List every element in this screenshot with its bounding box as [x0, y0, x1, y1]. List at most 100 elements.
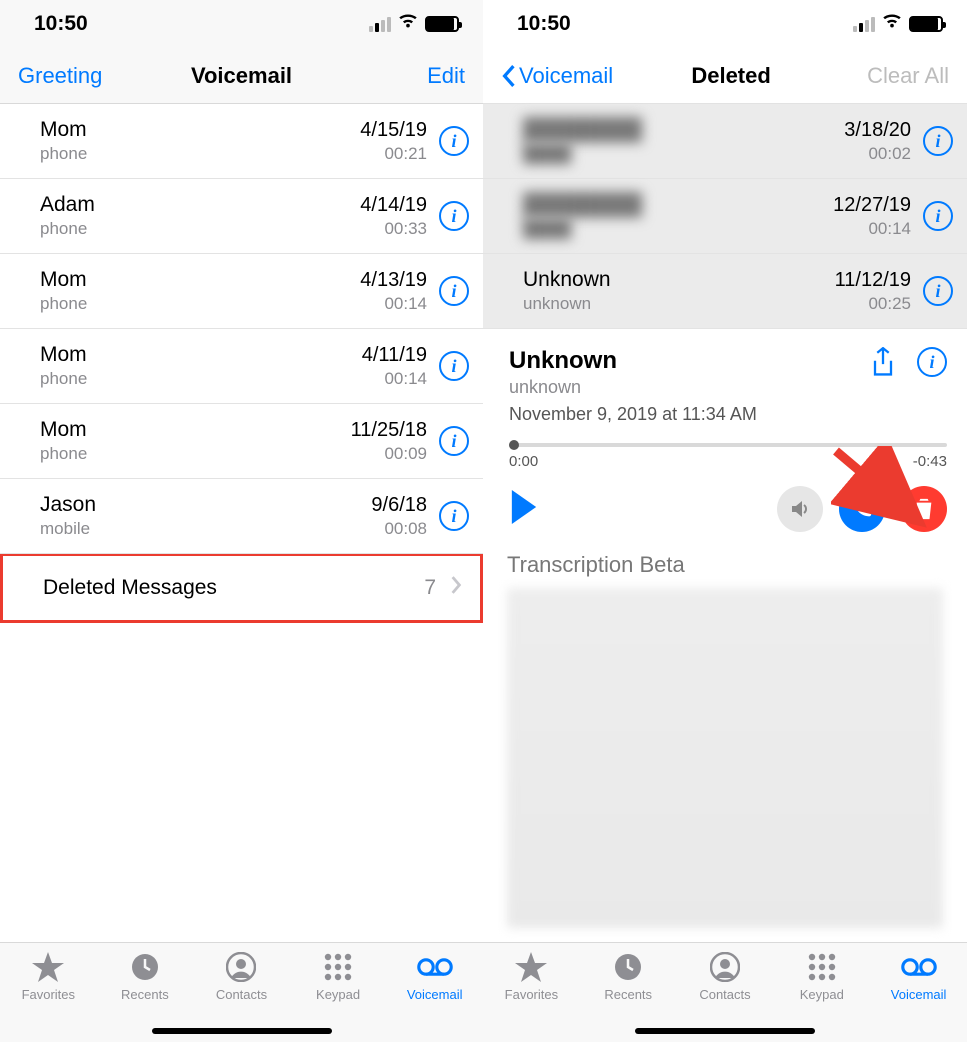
clock-icon [127, 951, 163, 983]
deleted-messages-label: Deleted Messages [43, 576, 217, 600]
status-bar: 10:50 [0, 0, 483, 48]
voicemail-row[interactable]: Mom phone 4/15/19 00:21 i [0, 104, 483, 179]
caller-label: mobile [40, 519, 371, 539]
voicemail-row[interactable]: ████████ ████ 12/27/19 00:14 i [483, 179, 967, 254]
status-time: 10:50 [517, 12, 571, 36]
caller-name: Mom [40, 268, 360, 292]
tab-label: Contacts [216, 987, 267, 1002]
info-button[interactable]: i [923, 126, 953, 156]
tab-bar: Favorites Recents Contacts Keypad Voicem… [483, 942, 967, 1042]
transcription-heading: Transcription Beta [507, 552, 943, 578]
voicemail-row[interactable]: Unknown unknown 11/12/19 00:25 i [483, 254, 967, 329]
battery-icon [425, 16, 459, 32]
info-button[interactable]: i [439, 426, 469, 456]
caller-name: Mom [40, 118, 360, 142]
caller-label: phone [40, 144, 360, 164]
person-icon [223, 951, 259, 983]
playback-elapsed: 0:00 [509, 453, 538, 470]
page-title: Deleted [691, 63, 770, 89]
keypad-icon [804, 951, 840, 983]
voicemail-player: Unknown unknown November 9, 2019 at 11:3… [483, 329, 967, 538]
player-timestamp: November 9, 2019 at 11:34 AM [509, 404, 757, 425]
tab-voicemail[interactable]: Voicemail [386, 951, 483, 1042]
voicemail-row[interactable]: ████████ ████ 3/18/20 00:02 i [483, 104, 967, 179]
keypad-icon [320, 951, 356, 983]
player-caller-sub: unknown [509, 377, 757, 398]
info-button[interactable]: i [923, 276, 953, 306]
home-indicator[interactable] [635, 1028, 815, 1034]
caller-name: ████████ [523, 118, 844, 142]
caller-name: Mom [40, 418, 351, 442]
status-bar: 10:50 [483, 0, 967, 48]
playback-remaining: -0:43 [913, 453, 947, 470]
chevron-right-icon [450, 576, 462, 600]
caller-label: phone [40, 219, 360, 239]
play-button[interactable] [509, 490, 539, 529]
player-caller-name: Unknown [509, 347, 757, 375]
voicemail-duration: 00:33 [360, 219, 427, 239]
tab-bar: Favorites Recents Contacts Keypad Voicem… [0, 942, 483, 1042]
info-button[interactable]: i [439, 126, 469, 156]
info-button[interactable]: i [439, 501, 469, 531]
caller-label: ████ [523, 144, 844, 164]
call-back-button[interactable] [839, 486, 885, 532]
info-button[interactable]: i [923, 201, 953, 231]
caller-label: phone [40, 294, 360, 314]
voicemail-row[interactable]: Mom phone 4/13/19 00:14 i [0, 254, 483, 329]
tab-label: Recents [121, 987, 169, 1002]
voicemail-date: 4/13/19 [360, 269, 427, 292]
voicemail-row[interactable]: Mom phone 11/25/18 00:09 i [0, 404, 483, 479]
voicemail-date: 4/11/19 [362, 344, 427, 367]
tab-label: Favorites [505, 987, 558, 1002]
voicemail-duration: 00:02 [844, 144, 911, 164]
transcription-body-blurred [507, 588, 943, 928]
caller-name: Mom [40, 343, 362, 367]
voicemail-date: 4/15/19 [360, 119, 427, 142]
caller-label: unknown [523, 294, 835, 314]
voicemail-duration: 00:14 [360, 294, 427, 314]
status-icons [369, 12, 459, 36]
deleted-messages-row[interactable]: Deleted Messages 7 [0, 553, 483, 623]
nav-bar: Voicemail Deleted Clear All [483, 48, 967, 104]
wifi-icon [881, 12, 903, 36]
clear-all-button[interactable]: Clear All [849, 63, 949, 89]
back-button[interactable]: Voicemail [501, 63, 613, 89]
voicemail-row[interactable]: Mom phone 4/11/19 00:14 i [0, 329, 483, 404]
voicemail-date: 3/18/20 [844, 119, 911, 142]
tab-voicemail[interactable]: Voicemail [870, 951, 967, 1042]
share-button[interactable] [867, 347, 899, 379]
delete-button[interactable] [901, 486, 947, 532]
info-button[interactable]: i [439, 201, 469, 231]
voicemail-date: 11/25/18 [351, 419, 427, 442]
playback-track[interactable] [509, 443, 947, 447]
info-button[interactable]: i [439, 351, 469, 381]
voicemail-date: 4/14/19 [360, 194, 427, 217]
voicemail-duration: 00:21 [360, 144, 427, 164]
page-title: Voicemail [191, 63, 292, 89]
person-icon [707, 951, 743, 983]
wifi-icon [397, 12, 419, 36]
tab-favorites[interactable]: Favorites [0, 951, 97, 1042]
edit-button[interactable]: Edit [365, 63, 465, 89]
voicemail-date: 12/27/19 [833, 194, 911, 217]
info-button[interactable]: i [439, 276, 469, 306]
tab-label: Favorites [22, 987, 75, 1002]
info-button[interactable]: i [917, 347, 947, 377]
clock-icon [610, 951, 646, 983]
caller-label: phone [40, 369, 362, 389]
voicemail-row[interactable]: Jason mobile 9/6/18 00:08 i [0, 479, 483, 554]
greeting-button[interactable]: Greeting [18, 63, 118, 89]
star-icon [513, 951, 549, 983]
voicemail-icon [901, 951, 937, 983]
chevron-left-icon [501, 65, 517, 87]
tab-label: Keypad [800, 987, 844, 1002]
speaker-button[interactable] [777, 486, 823, 532]
playhead[interactable] [509, 440, 519, 450]
voicemail-row[interactable]: Adam phone 4/14/19 00:33 i [0, 179, 483, 254]
voicemail-duration: 00:09 [351, 444, 427, 464]
cellular-icon [853, 17, 875, 32]
tab-favorites[interactable]: Favorites [483, 951, 580, 1042]
home-indicator[interactable] [152, 1028, 332, 1034]
caller-name: ████████ [523, 193, 833, 217]
caller-name: Adam [40, 193, 360, 217]
